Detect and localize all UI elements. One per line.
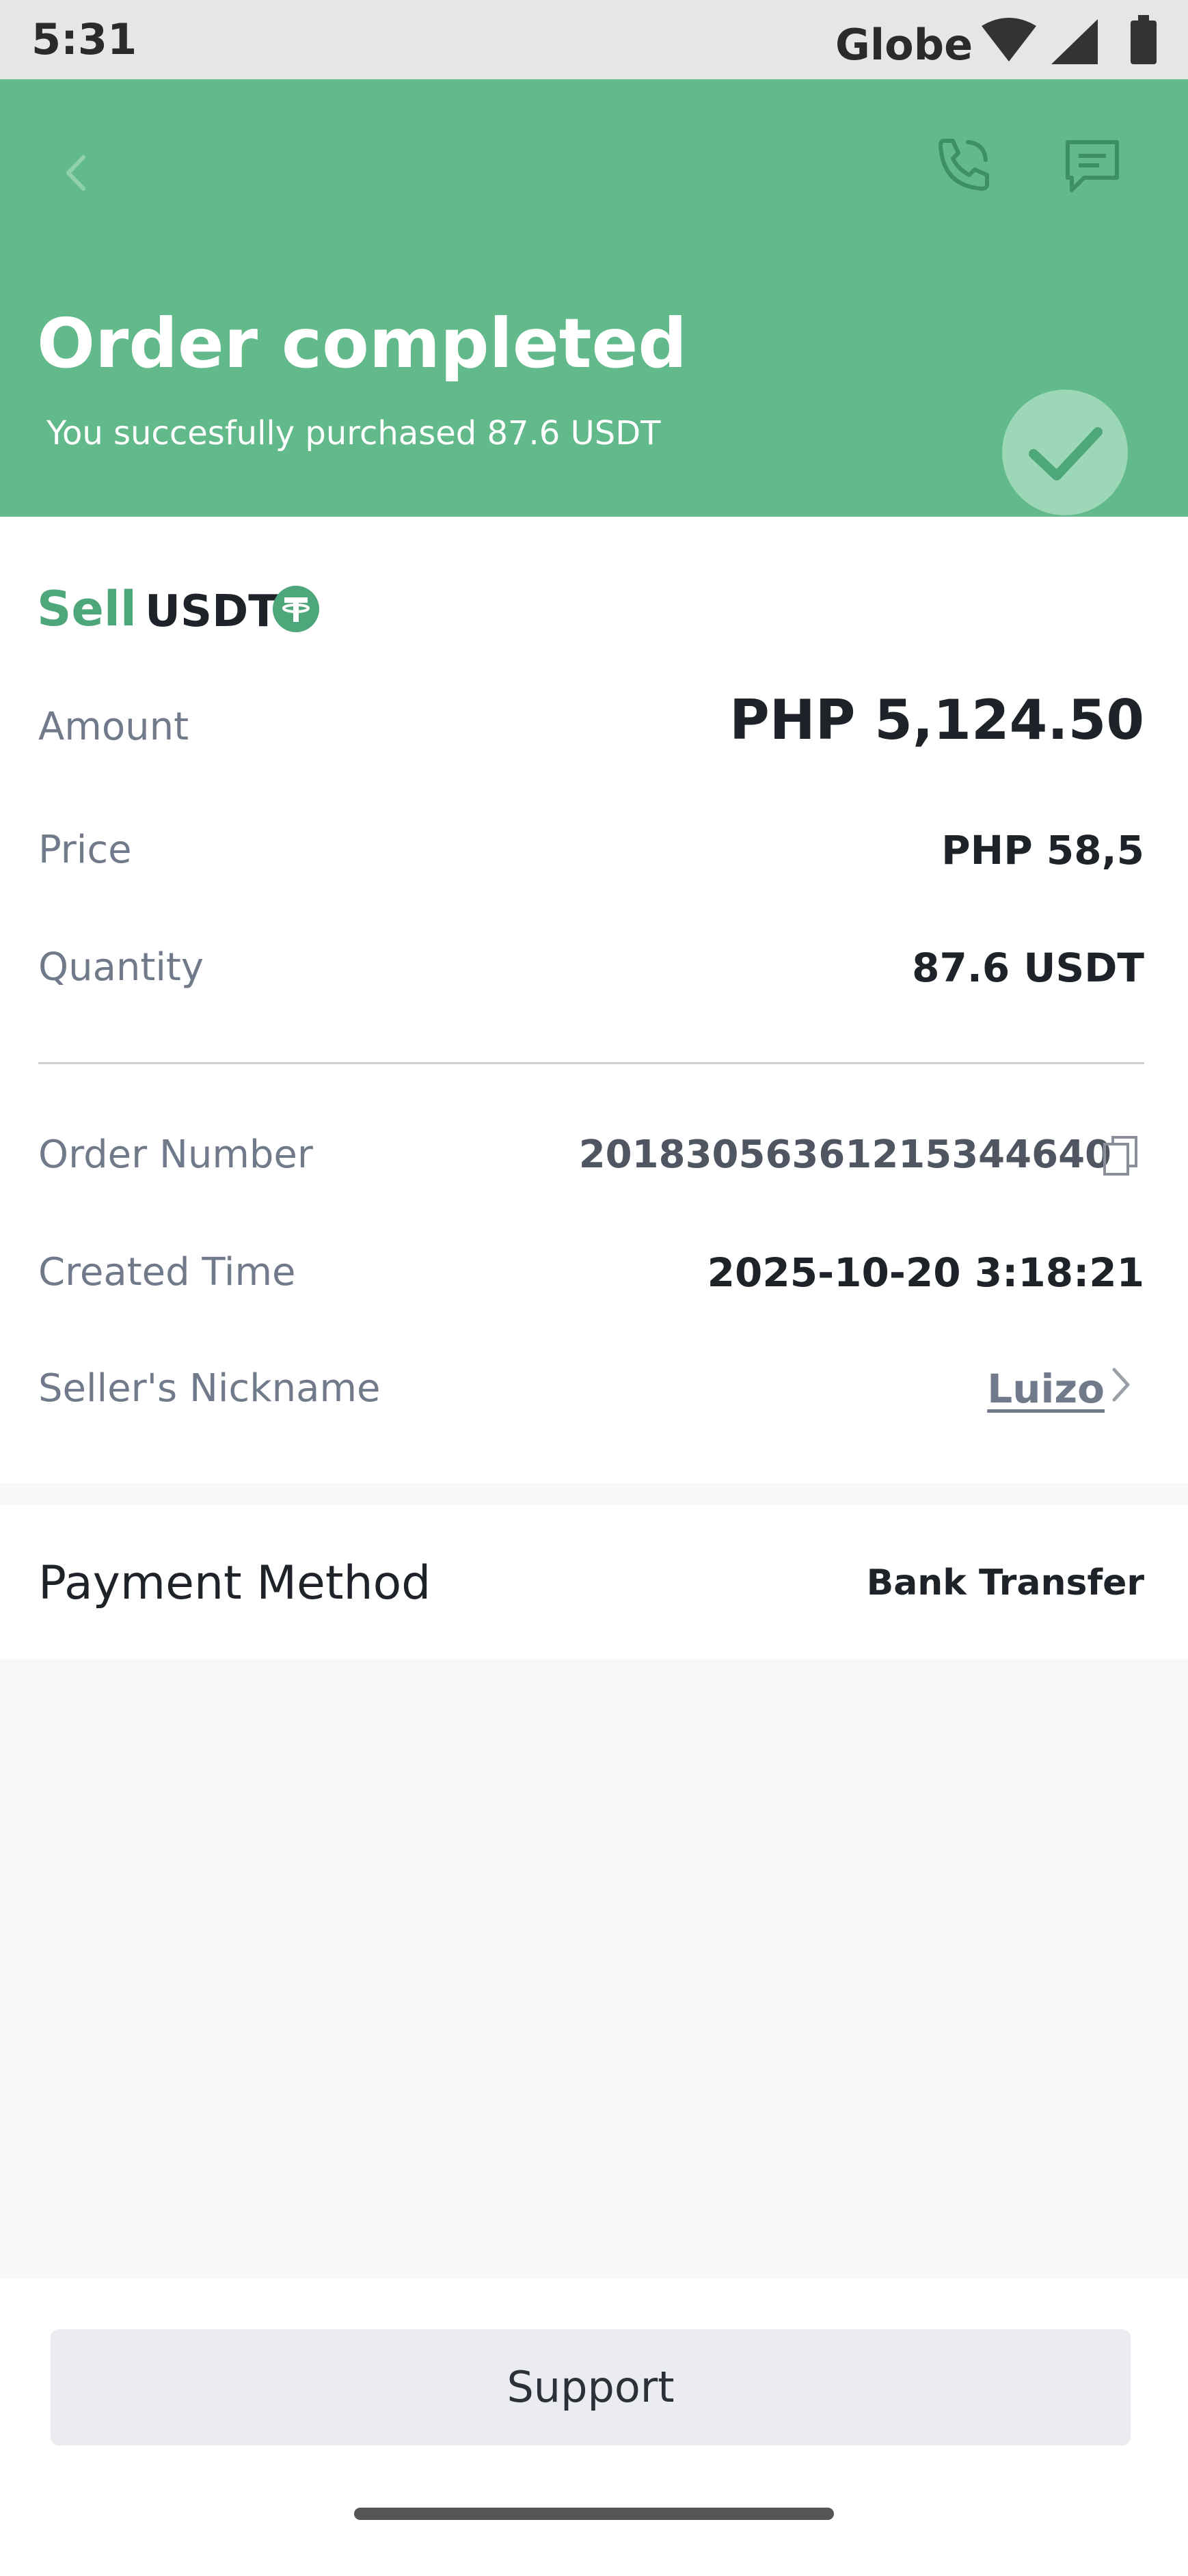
payment-method-value: Bank Transfer bbox=[866, 1562, 1144, 1603]
order-number-value: 20183056361215344640 bbox=[578, 1133, 1111, 1177]
tether-icon bbox=[273, 586, 319, 632]
home-indicator[interactable] bbox=[354, 2508, 834, 2520]
signal-icon bbox=[1051, 19, 1098, 64]
page-title: Order completed bbox=[37, 303, 687, 383]
created-time-label: Created Time bbox=[38, 1250, 296, 1294]
quantity-value: 87.6 USDT bbox=[912, 945, 1144, 991]
quantity-label: Quantity bbox=[38, 945, 204, 990]
chevron-right-icon[interactable] bbox=[1107, 1364, 1135, 1405]
wifi-icon bbox=[982, 18, 1036, 62]
price-value: PHP 58,5 bbox=[941, 827, 1144, 873]
chat-icon[interactable] bbox=[1061, 135, 1124, 198]
completed-status-badge bbox=[1002, 390, 1128, 515]
status-time: 5:31 bbox=[31, 14, 137, 64]
created-time-value: 2025-10-20 3:18:21 bbox=[707, 1249, 1144, 1296]
seller-nickname-label: Seller's Nickname bbox=[38, 1366, 381, 1411]
payment-method-label: Payment Method bbox=[38, 1556, 431, 1610]
seller-nickname-link[interactable]: Luizo bbox=[987, 1361, 1105, 1416]
order-status-header: Order completed You succesfully purchase… bbox=[0, 79, 1188, 517]
carrier-name: Globe bbox=[835, 20, 973, 70]
amount-label: Amount bbox=[38, 705, 189, 749]
purchase-summary: You succesfully purchased 87.6 USDT bbox=[46, 414, 661, 452]
divider bbox=[38, 1062, 1144, 1064]
trade-side: Sell bbox=[37, 581, 137, 637]
bottom-action-bar: Support bbox=[0, 2279, 1188, 2576]
order-details-card: Sell USDT Amount PHP 5,124.50 Price PHP … bbox=[0, 517, 1188, 1483]
phone-icon[interactable] bbox=[932, 133, 995, 195]
support-button[interactable]: Support bbox=[51, 2329, 1131, 2445]
battery-icon bbox=[1131, 15, 1157, 64]
chevron-left-icon[interactable] bbox=[57, 148, 94, 198]
order-number-label: Order Number bbox=[38, 1133, 313, 1177]
amount-value: PHP 5,124.50 bbox=[729, 688, 1144, 752]
status-bar: 5:31 Globe bbox=[0, 0, 1188, 79]
asset-symbol: USDT bbox=[145, 586, 278, 637]
price-label: Price bbox=[38, 828, 132, 872]
checkmark-icon bbox=[1029, 427, 1103, 480]
copy-icon[interactable] bbox=[1102, 1135, 1140, 1178]
payment-method-row[interactable]: Payment Method Bank Transfer bbox=[0, 1505, 1188, 1659]
